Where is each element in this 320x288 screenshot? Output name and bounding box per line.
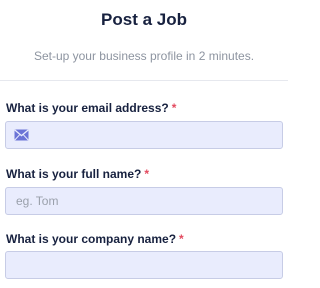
email-field[interactable] <box>5 121 283 149</box>
full-name-field[interactable] <box>5 187 283 215</box>
page-header: Post a Job Set-up your business profile … <box>0 0 288 80</box>
company-name-label: What is your company name? * <box>6 232 184 246</box>
required-marker: * <box>144 167 150 181</box>
email-input[interactable] <box>6 122 282 148</box>
full-name-label: What is your full name? * <box>6 167 149 181</box>
company-name-label-text: What is your company name? <box>6 232 177 246</box>
email-label-text: What is your email address? <box>6 101 169 115</box>
full-name-label-text: What is your full name? <box>6 167 142 181</box>
page-title: Post a Job <box>101 10 187 29</box>
company-name-field[interactable] <box>5 251 283 279</box>
page-subtitle: Set-up your business profile in 2 minute… <box>33 49 255 63</box>
post-job-page: Post a Job Set-up your business profile … <box>0 0 288 288</box>
required-marker: * <box>179 232 184 246</box>
header-divider <box>0 80 288 81</box>
email-label: What is your email address? * <box>6 101 176 115</box>
required-marker: * <box>171 101 177 115</box>
full-name-input[interactable] <box>6 188 282 214</box>
company-name-input[interactable] <box>6 252 282 278</box>
